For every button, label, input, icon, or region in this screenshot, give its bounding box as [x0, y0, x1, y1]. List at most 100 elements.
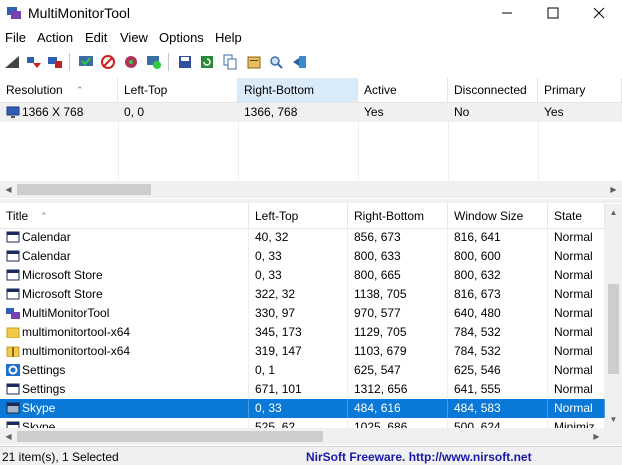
monitor-switch-icon [125, 56, 137, 68]
left-top-value: 0, 0 [118, 103, 238, 122]
column-right-bottom[interactable]: Right-Bottom [238, 78, 358, 102]
window-row[interactable]: multimonitortool-x64 345, 173 1129, 705 784… [0, 323, 605, 342]
state-value: Normal [548, 266, 605, 285]
window-size-value: 500, 624 [448, 418, 548, 428]
title-value: multimonitortool-x64 [22, 325, 131, 339]
windows-hscrollbar[interactable]: ◀ ▶ [0, 428, 605, 445]
menu-view[interactable]: View [120, 30, 148, 45]
column-left-top[interactable]: Left-Top [118, 78, 238, 102]
window-row[interactable]: Settings 671, 101 1312, 656 641, 555 Normal [0, 380, 605, 399]
scroll-left-icon[interactable]: ◀ [0, 428, 17, 445]
title-value: Microsoft Store [22, 287, 103, 301]
scroll-up-icon[interactable]: ▲ [605, 204, 622, 221]
monitor-disable-button[interactable] [98, 52, 118, 72]
toolbar [0, 49, 622, 75]
grid-line [238, 122, 239, 180]
title-cell: Skype [0, 399, 249, 418]
title-cell: Skype [0, 418, 249, 428]
title-bar: MultiMonitorTool [0, 0, 622, 26]
right-bottom-value: 1025, 686 [348, 418, 448, 428]
folder-icon [6, 327, 20, 338]
left-top-value: 0, 33 [249, 266, 348, 285]
toolbar-separator [69, 53, 70, 71]
title-cell: multimonitortool-x64 [0, 342, 249, 361]
app-icon [7, 7, 21, 19]
close-button[interactable] [576, 0, 622, 26]
find-button[interactable] [266, 52, 286, 72]
refresh-button[interactable] [197, 52, 217, 72]
title-value: Skype [22, 420, 56, 428]
window-row[interactable]: MultiMonitorTool 330, 97 970, 577 640, 480 N… [0, 304, 605, 323]
grid-line [448, 122, 449, 180]
scroll-thumb[interactable] [17, 184, 151, 195]
column-resolution[interactable]: Resolution ⌃ [0, 78, 118, 102]
scroll-down-icon[interactable]: ▼ [605, 411, 622, 428]
column-title[interactable]: Title ⌃ [0, 204, 249, 228]
state-value: Minimiz [548, 418, 605, 428]
left-top-value: 0, 1 [249, 361, 348, 380]
window-row[interactable]: Microsoft Store 0, 33 800, 665 800, 632 Norm… [0, 266, 605, 285]
disconnected-value: No [448, 103, 538, 122]
enable-monitor-button[interactable] [2, 52, 22, 72]
window-icon [6, 231, 20, 243]
menu-file[interactable]: File [5, 30, 26, 45]
window-row[interactable]: Skype 525, 62 1025, 686 500, 624 Minimiz [0, 418, 605, 428]
title-value: Calendar [22, 230, 71, 244]
monitor-move-button[interactable] [144, 52, 164, 72]
window-title: MultiMonitorTool [28, 5, 130, 21]
minimize-button[interactable] [484, 0, 530, 26]
column-state[interactable]: State [548, 204, 605, 228]
scroll-left-icon[interactable]: ◀ [0, 181, 17, 198]
scroll-right-icon[interactable]: ▶ [588, 428, 605, 445]
column-active[interactable]: Active [358, 78, 448, 102]
window-row[interactable]: Settings 0, 1 625, 547 625, 546 Normal [0, 361, 605, 380]
monitor-switch-button[interactable] [121, 52, 141, 72]
window-row[interactable]: multimonitortool-x64 319, 147 1103, 679 784… [0, 342, 605, 361]
column-disconnected[interactable]: Disconnected [448, 78, 538, 102]
settings-gear-icon [6, 364, 20, 376]
save-button[interactable] [175, 52, 195, 72]
windows-list: Calendar 40, 32 856, 673 816, 641 Normal Cale… [0, 228, 605, 428]
title-value: Calendar [22, 249, 71, 263]
title-cell: Settings [0, 361, 249, 380]
column-primary[interactable]: Primary [538, 78, 622, 102]
monitor-row[interactable]: 1366 X 768 0, 0 1366, 768 Yes No Yes [0, 103, 622, 122]
scroll-thumb[interactable] [17, 431, 323, 442]
maximize-button[interactable] [530, 0, 576, 26]
column-window-size[interactable]: Window Size [448, 204, 548, 228]
set-primary-button[interactable] [24, 52, 44, 72]
title-value: MultiMonitorTool [22, 306, 110, 320]
set-primary-icon [27, 57, 41, 68]
column-window-right-bottom[interactable]: Right-Bottom [348, 204, 448, 228]
menu-options[interactable]: Options [159, 30, 204, 45]
copy-button[interactable] [220, 52, 240, 72]
properties-icon [247, 56, 261, 69]
monitor-check-button[interactable] [76, 52, 96, 72]
scroll-thumb[interactable] [608, 284, 619, 374]
window-row[interactable]: Skype 0, 33 484, 616 484, 583 Normal [0, 399, 605, 418]
grid-line [118, 122, 119, 180]
left-top-value: 671, 101 [249, 380, 348, 399]
windows-vscrollbar[interactable]: ▲ ▼ [605, 204, 622, 428]
column-window-left-top[interactable]: Left-Top [249, 204, 348, 228]
menu-edit[interactable]: Edit [85, 30, 107, 45]
window-row[interactable]: Microsoft Store 322, 32 1138, 705 816, 673 N… [0, 285, 605, 304]
properties-button[interactable] [244, 52, 264, 72]
left-top-value: 525, 62 [249, 418, 348, 428]
menu-action[interactable]: Action [37, 30, 73, 45]
nirsoft-link[interactable]: NirSoft Freeware. http://www.nirsoft.net [306, 450, 532, 464]
disable-monitor-button[interactable] [45, 52, 65, 72]
window-row[interactable]: Calendar 0, 33 800, 633 800, 600 Normal [0, 247, 605, 266]
copy-icon [223, 54, 237, 70]
menu-help[interactable]: Help [215, 30, 242, 45]
monitors-hscrollbar[interactable]: ◀ ▶ [0, 181, 622, 198]
pane-splitter[interactable] [0, 199, 622, 203]
window-row[interactable]: Calendar 40, 32 856, 673 816, 641 Normal [0, 228, 605, 247]
title-cell: multimonitortool-x64 [0, 323, 249, 342]
right-bottom-value: 1103, 679 [348, 342, 448, 361]
right-bottom-value: 484, 616 [348, 399, 448, 418]
close-icon [593, 7, 605, 19]
exit-button[interactable] [290, 52, 310, 72]
scroll-right-icon[interactable]: ▶ [605, 181, 622, 198]
left-top-value: 0, 33 [249, 399, 348, 418]
